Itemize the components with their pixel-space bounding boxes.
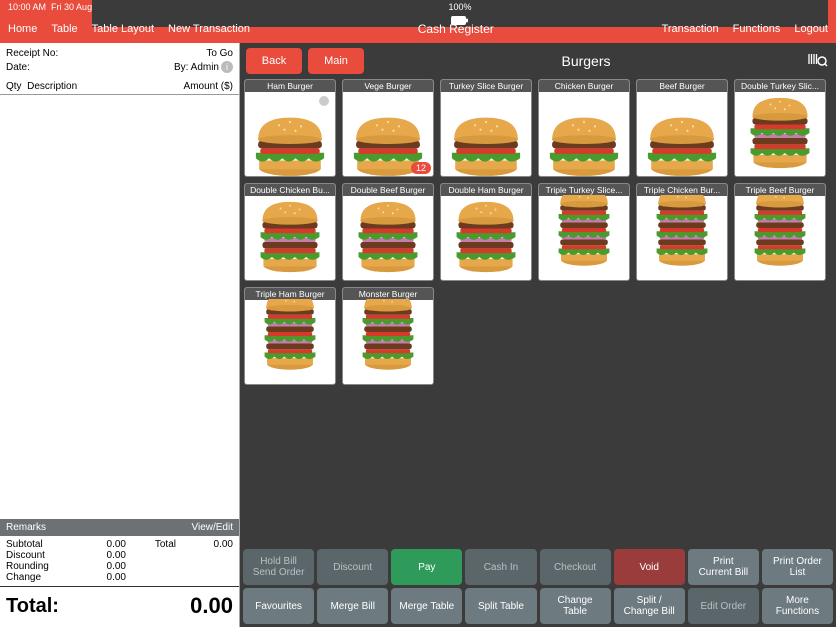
page-title: Cash Register — [250, 22, 662, 36]
nav-table-layout[interactable]: Table Layout — [92, 23, 154, 35]
qty-badge: 12 — [411, 162, 431, 174]
receipt-by: By: Admini — [174, 61, 233, 75]
status-dot-icon — [319, 96, 329, 106]
burger-icon — [245, 196, 335, 279]
cash-in-button[interactable]: Cash In — [465, 549, 536, 585]
product-card[interactable]: Double Chicken Bu... — [244, 183, 336, 281]
pay-button[interactable]: Pay — [391, 549, 462, 585]
product-card[interactable]: Triple Beef Burger — [734, 183, 826, 281]
void-button[interactable]: Void — [614, 549, 685, 585]
back-button[interactable]: Back — [246, 48, 302, 74]
burger-icon — [441, 92, 531, 175]
product-card[interactable]: Monster Burger — [342, 287, 434, 385]
nav-functions[interactable]: Functions — [733, 23, 781, 35]
receipt-items — [0, 95, 239, 519]
nav-home[interactable]: Home — [8, 23, 37, 35]
product-card[interactable]: Triple Turkey Slice... — [538, 183, 630, 281]
product-card[interactable]: Vege Burger12 — [342, 79, 434, 177]
product-card[interactable]: Double Turkey Slic... — [734, 79, 826, 177]
col-qty: Qty — [6, 81, 22, 92]
nav-new-transaction[interactable]: New Transaction — [168, 23, 250, 35]
product-card[interactable]: Turkey Slice Burger — [440, 79, 532, 177]
grand-total: Total: 0.00 — [0, 586, 239, 627]
col-amount: Amount ($) — [184, 81, 233, 92]
receipt-panel: Receipt No: To Go Date: By: Admini Qty Des… — [0, 43, 240, 627]
barcode-search-icon[interactable] — [808, 52, 830, 71]
print-current-bill-button[interactable]: PrintCurrent Bill — [688, 549, 759, 585]
product-card[interactable]: Triple Ham Burger — [244, 287, 336, 385]
nav-transaction[interactable]: Transaction — [662, 23, 719, 35]
burger-icon — [343, 196, 433, 279]
burger-icon — [343, 300, 433, 383]
info-icon[interactable]: i — [221, 61, 233, 73]
product-grid: Ham BurgerVege Burger12Turkey Slice Burg… — [240, 75, 836, 546]
receipt-no-value: To Go — [206, 47, 233, 61]
category-title: Burgers — [370, 53, 802, 69]
burger-icon — [539, 92, 629, 175]
discount-button[interactable]: Discount — [317, 549, 388, 585]
product-card[interactable]: Ham Burger — [244, 79, 336, 177]
burger-icon — [539, 196, 629, 279]
col-desc: Description — [27, 81, 77, 92]
product-card[interactable]: Triple Chicken Bur... — [636, 183, 728, 281]
receipt-no-label: Receipt No: — [6, 47, 58, 61]
product-card[interactable]: Chicken Burger — [538, 79, 630, 177]
burger-icon — [637, 92, 727, 175]
split-change-bill-button[interactable]: Split /Change Bill — [614, 588, 685, 624]
burger-icon — [441, 196, 531, 279]
burger-icon — [735, 196, 825, 279]
edit-order-button[interactable]: Edit Order — [688, 588, 759, 624]
product-card[interactable]: Double Ham Burger — [440, 183, 532, 281]
main-button[interactable]: Main — [308, 48, 364, 74]
change-table-button[interactable]: ChangeTable — [540, 588, 611, 624]
split-table-button[interactable]: Split Table — [465, 588, 536, 624]
print-order-list-button[interactable]: Print OrderList — [762, 549, 833, 585]
product-card[interactable]: Beef Burger — [636, 79, 728, 177]
favourites-button[interactable]: Favourites — [243, 588, 314, 624]
burger-icon — [637, 196, 727, 279]
receipt-date-label: Date: — [6, 61, 30, 75]
status-bar: 10:00 AM Fri 30 Aug 100% — [0, 0, 836, 14]
merge-table-button[interactable]: Merge Table — [391, 588, 462, 624]
burger-icon — [245, 300, 335, 383]
more-functions-button[interactable]: MoreFunctions — [762, 588, 833, 624]
hold-bill-button[interactable]: Hold BillSend Order — [243, 549, 314, 585]
nav-table[interactable]: Table — [51, 23, 77, 35]
product-card[interactable]: Double Beef Burger — [342, 183, 434, 281]
nav-logout[interactable]: Logout — [794, 23, 828, 35]
function-buttons: Hold BillSend Order Discount Pay Cash In… — [240, 546, 836, 627]
checkout-button[interactable]: Checkout — [540, 549, 611, 585]
remarks-bar[interactable]: RemarksView/Edit — [0, 519, 239, 536]
merge-bill-button[interactable]: Merge Bill — [317, 588, 388, 624]
burger-icon — [735, 92, 825, 175]
